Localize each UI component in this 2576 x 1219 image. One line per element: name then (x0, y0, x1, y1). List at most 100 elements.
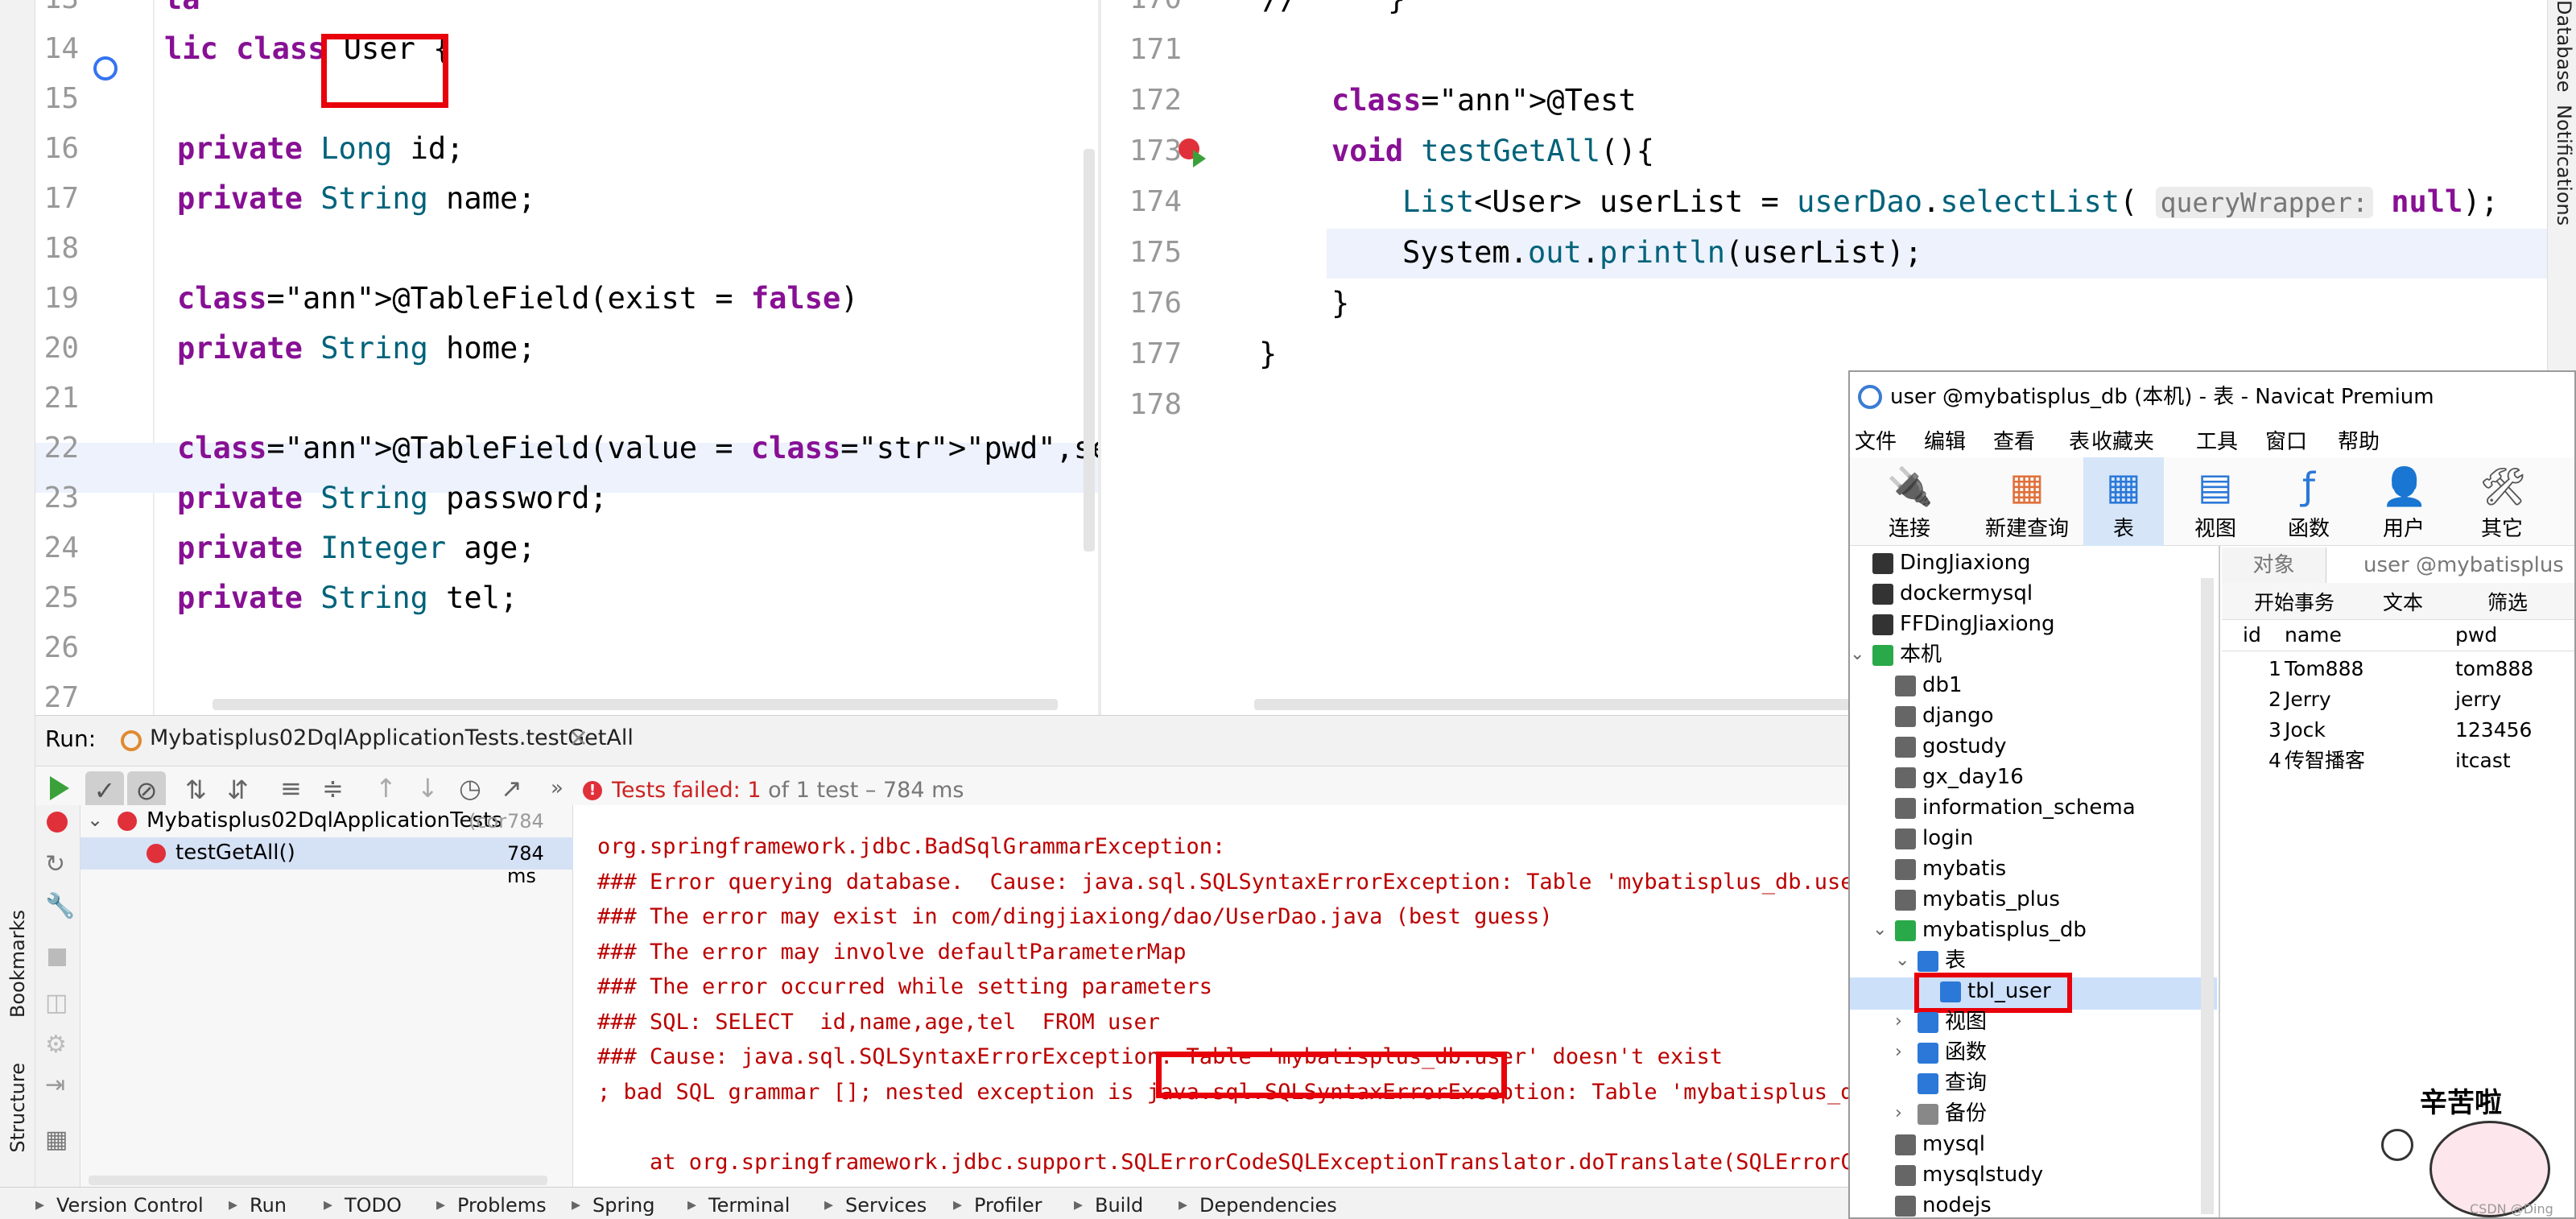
statusbar-item-spring[interactable]: Spring (592, 1188, 654, 1219)
table-cell-name[interactable]: Tom888 (2285, 654, 2363, 684)
left-editor[interactable]: 13ta14lic class User {1516private Long i… (35, 0, 1098, 715)
statusbar-item-version-control[interactable]: Version Control (56, 1188, 204, 1219)
schema-item[interactable]: › 备份 (1895, 1098, 1987, 1129)
history-icon[interactable]: ◷ (459, 773, 481, 804)
layout-icon[interactable]: ▦ (45, 1126, 68, 1154)
bookmarks-tab[interactable]: Bookmarks (6, 910, 29, 1018)
chevron-icon[interactable]: ⌄ (1850, 639, 1864, 670)
statusbar-item-profiler[interactable]: Profiler (974, 1188, 1042, 1219)
connection-item[interactable]: ⌄ 本机 (1850, 639, 1942, 670)
table-cell-pwd[interactable]: itcast (2455, 746, 2511, 776)
connection-item[interactable]: dockermysql (1872, 578, 2033, 609)
navicat-menu-item[interactable]: 窗口 (2265, 425, 2307, 455)
table-cell-id[interactable]: 4 (2268, 746, 2281, 776)
navicat-menu-item[interactable]: 文件 (1855, 425, 1897, 455)
console-output[interactable]: org.springframework.jdbc.BadSqlGrammarEx… (573, 805, 1853, 1187)
structure-tab[interactable]: Structure (6, 1063, 29, 1153)
navicat-menu-item[interactable]: 工具 (2196, 425, 2238, 455)
export-icon[interactable]: ↗ (501, 773, 522, 804)
subtool-1[interactable]: 文本 (2383, 588, 2423, 618)
navicat-menu-item[interactable]: 表 (2069, 425, 2090, 455)
more-icon[interactable]: » (551, 776, 564, 800)
column-header[interactable]: pwd (2455, 620, 2497, 651)
table-cell-pwd[interactable]: jerry (2455, 684, 2501, 715)
chevron-icon[interactable]: ⌄ (1872, 915, 1887, 945)
navicat-tool-table[interactable]: ▦ 表 (2083, 457, 2164, 546)
test-class-row[interactable]: ⌄ Mybatisplus02DqlApplicationTests (cor … (80, 805, 573, 855)
notifications-tab[interactable]: Notifications (2553, 105, 2575, 225)
next-failed-icon[interactable]: ↓ (417, 773, 439, 804)
database-item[interactable]: nodejs (1895, 1190, 1992, 1217)
connection-item[interactable]: FFDingJiaxiong (1872, 609, 2054, 639)
subtool-0[interactable]: 开始事务 (2254, 588, 2334, 618)
database-item[interactable]: mybatis (1895, 853, 2006, 884)
wrench-icon[interactable]: 🔧 (45, 892, 75, 920)
rerun-icon[interactable] (50, 776, 69, 800)
database-item[interactable]: mybatis_plus (1895, 884, 2060, 915)
camera-icon[interactable]: ◫ (45, 989, 68, 1017)
run-gutter-icon[interactable] (93, 56, 118, 81)
schema-item[interactable]: › 视图 (1895, 1006, 1987, 1037)
expand-all-icon[interactable]: ≡ (280, 773, 302, 804)
stop-icon[interactable] (48, 948, 66, 966)
collapse-all-icon[interactable]: ≑ (322, 773, 344, 804)
table-cell-name[interactable]: Jerry (2285, 684, 2331, 715)
table-cell-name[interactable]: Jock (2285, 715, 2326, 746)
show-ignored-icon[interactable]: ⊘ (127, 771, 166, 810)
schema-item[interactable]: 查询 (1918, 1068, 1987, 1098)
table-cell-id[interactable]: 3 (2268, 715, 2281, 746)
database-item[interactable]: django (1895, 700, 1994, 731)
close-tab-icon[interactable]: × (568, 724, 588, 752)
sort-duration-icon[interactable]: ⇵ (227, 775, 249, 805)
database-item[interactable]: gostudy (1895, 731, 2007, 762)
navicat-tool-user[interactable]: 👤 用户 (2363, 457, 2444, 546)
navicat-menu-item[interactable]: 查看 (1993, 425, 2035, 455)
table-cell-id[interactable]: 2 (2268, 684, 2281, 715)
schema-item[interactable]: ⌄ 表 (1895, 945, 1966, 976)
rerun-failed-icon[interactable] (47, 812, 68, 833)
run-test-icon[interactable] (1193, 150, 1206, 167)
column-header[interactable]: id (2243, 620, 2261, 651)
table-cell-pwd[interactable]: 123456 (2455, 715, 2532, 746)
database-item[interactable]: login (1895, 823, 1973, 853)
show-passed-icon[interactable]: ✓ (85, 771, 124, 810)
settings-icon[interactable]: ⚙ (45, 1031, 67, 1059)
schema-item[interactable]: › 函数 (1895, 1037, 1987, 1068)
statusbar-item-services[interactable]: Services (845, 1188, 927, 1219)
chevron-icon[interactable]: ⌄ (1895, 945, 1909, 976)
table-cell-pwd[interactable]: tom888 (2455, 654, 2533, 684)
statusbar-item-build[interactable]: Build (1095, 1188, 1143, 1219)
schema-item[interactable]: tbl_user (1940, 976, 2051, 1006)
run-tab[interactable]: Mybatisplus02DqlApplicationTests.testGet… (150, 725, 634, 750)
chevron-down-icon[interactable]: ⌄ (87, 808, 103, 831)
navicat-tool-other[interactable]: 🛠 其它 (2462, 457, 2542, 546)
tab-user-table[interactable]: user @mybatisplus (2328, 548, 2564, 583)
database-tab[interactable]: Database (2553, 0, 2575, 93)
database-item[interactable]: information_schema (1895, 792, 2136, 823)
table-cell-id[interactable]: 1 (2268, 654, 2281, 684)
sort-alpha-icon[interactable]: ⇅ (185, 775, 207, 805)
navicat-tool-new-query[interactable]: ▦ 新建查询 (1979, 457, 2075, 546)
exit-icon[interactable]: ⇥ (45, 1071, 65, 1099)
statusbar-item-problems[interactable]: Problems (457, 1188, 547, 1219)
column-header[interactable]: name (2285, 620, 2342, 651)
navicat-menu-item[interactable]: 编辑 (1924, 425, 1966, 455)
toggle-auto-test-icon[interactable]: ↻ (45, 850, 65, 878)
navicat-menu-item[interactable]: 收藏夹 (2091, 425, 2154, 455)
tab-objects[interactable]: 对象 (2222, 548, 2326, 583)
navicat-tool-function[interactable]: ƒ 函数 (2268, 457, 2349, 546)
prev-failed-icon[interactable]: ↑ (375, 773, 397, 804)
database-item[interactable]: db1 (1895, 670, 1963, 700)
navicat-tool-plug[interactable]: 🔌 连接 (1869, 457, 1950, 546)
test-method-row[interactable]: testGetAll() 784 ms (80, 837, 573, 887)
database-item[interactable]: gx_day16 (1895, 762, 2024, 792)
chevron-icon[interactable]: › (1895, 1098, 1902, 1129)
navicat-tool-view[interactable]: ▤ 视图 (2175, 457, 2256, 546)
subtool-2[interactable]: 筛选 (2487, 588, 2528, 618)
database-item[interactable]: ⌄ mybatisplus_db (1872, 915, 2087, 945)
statusbar-item-dependencies[interactable]: Dependencies (1199, 1188, 1337, 1219)
chevron-icon[interactable]: › (1895, 1006, 1902, 1037)
database-item[interactable]: mysql (1895, 1129, 1985, 1159)
statusbar-item-terminal[interactable]: Terminal (708, 1188, 790, 1219)
database-item[interactable]: mysqlstudy (1895, 1159, 2043, 1190)
